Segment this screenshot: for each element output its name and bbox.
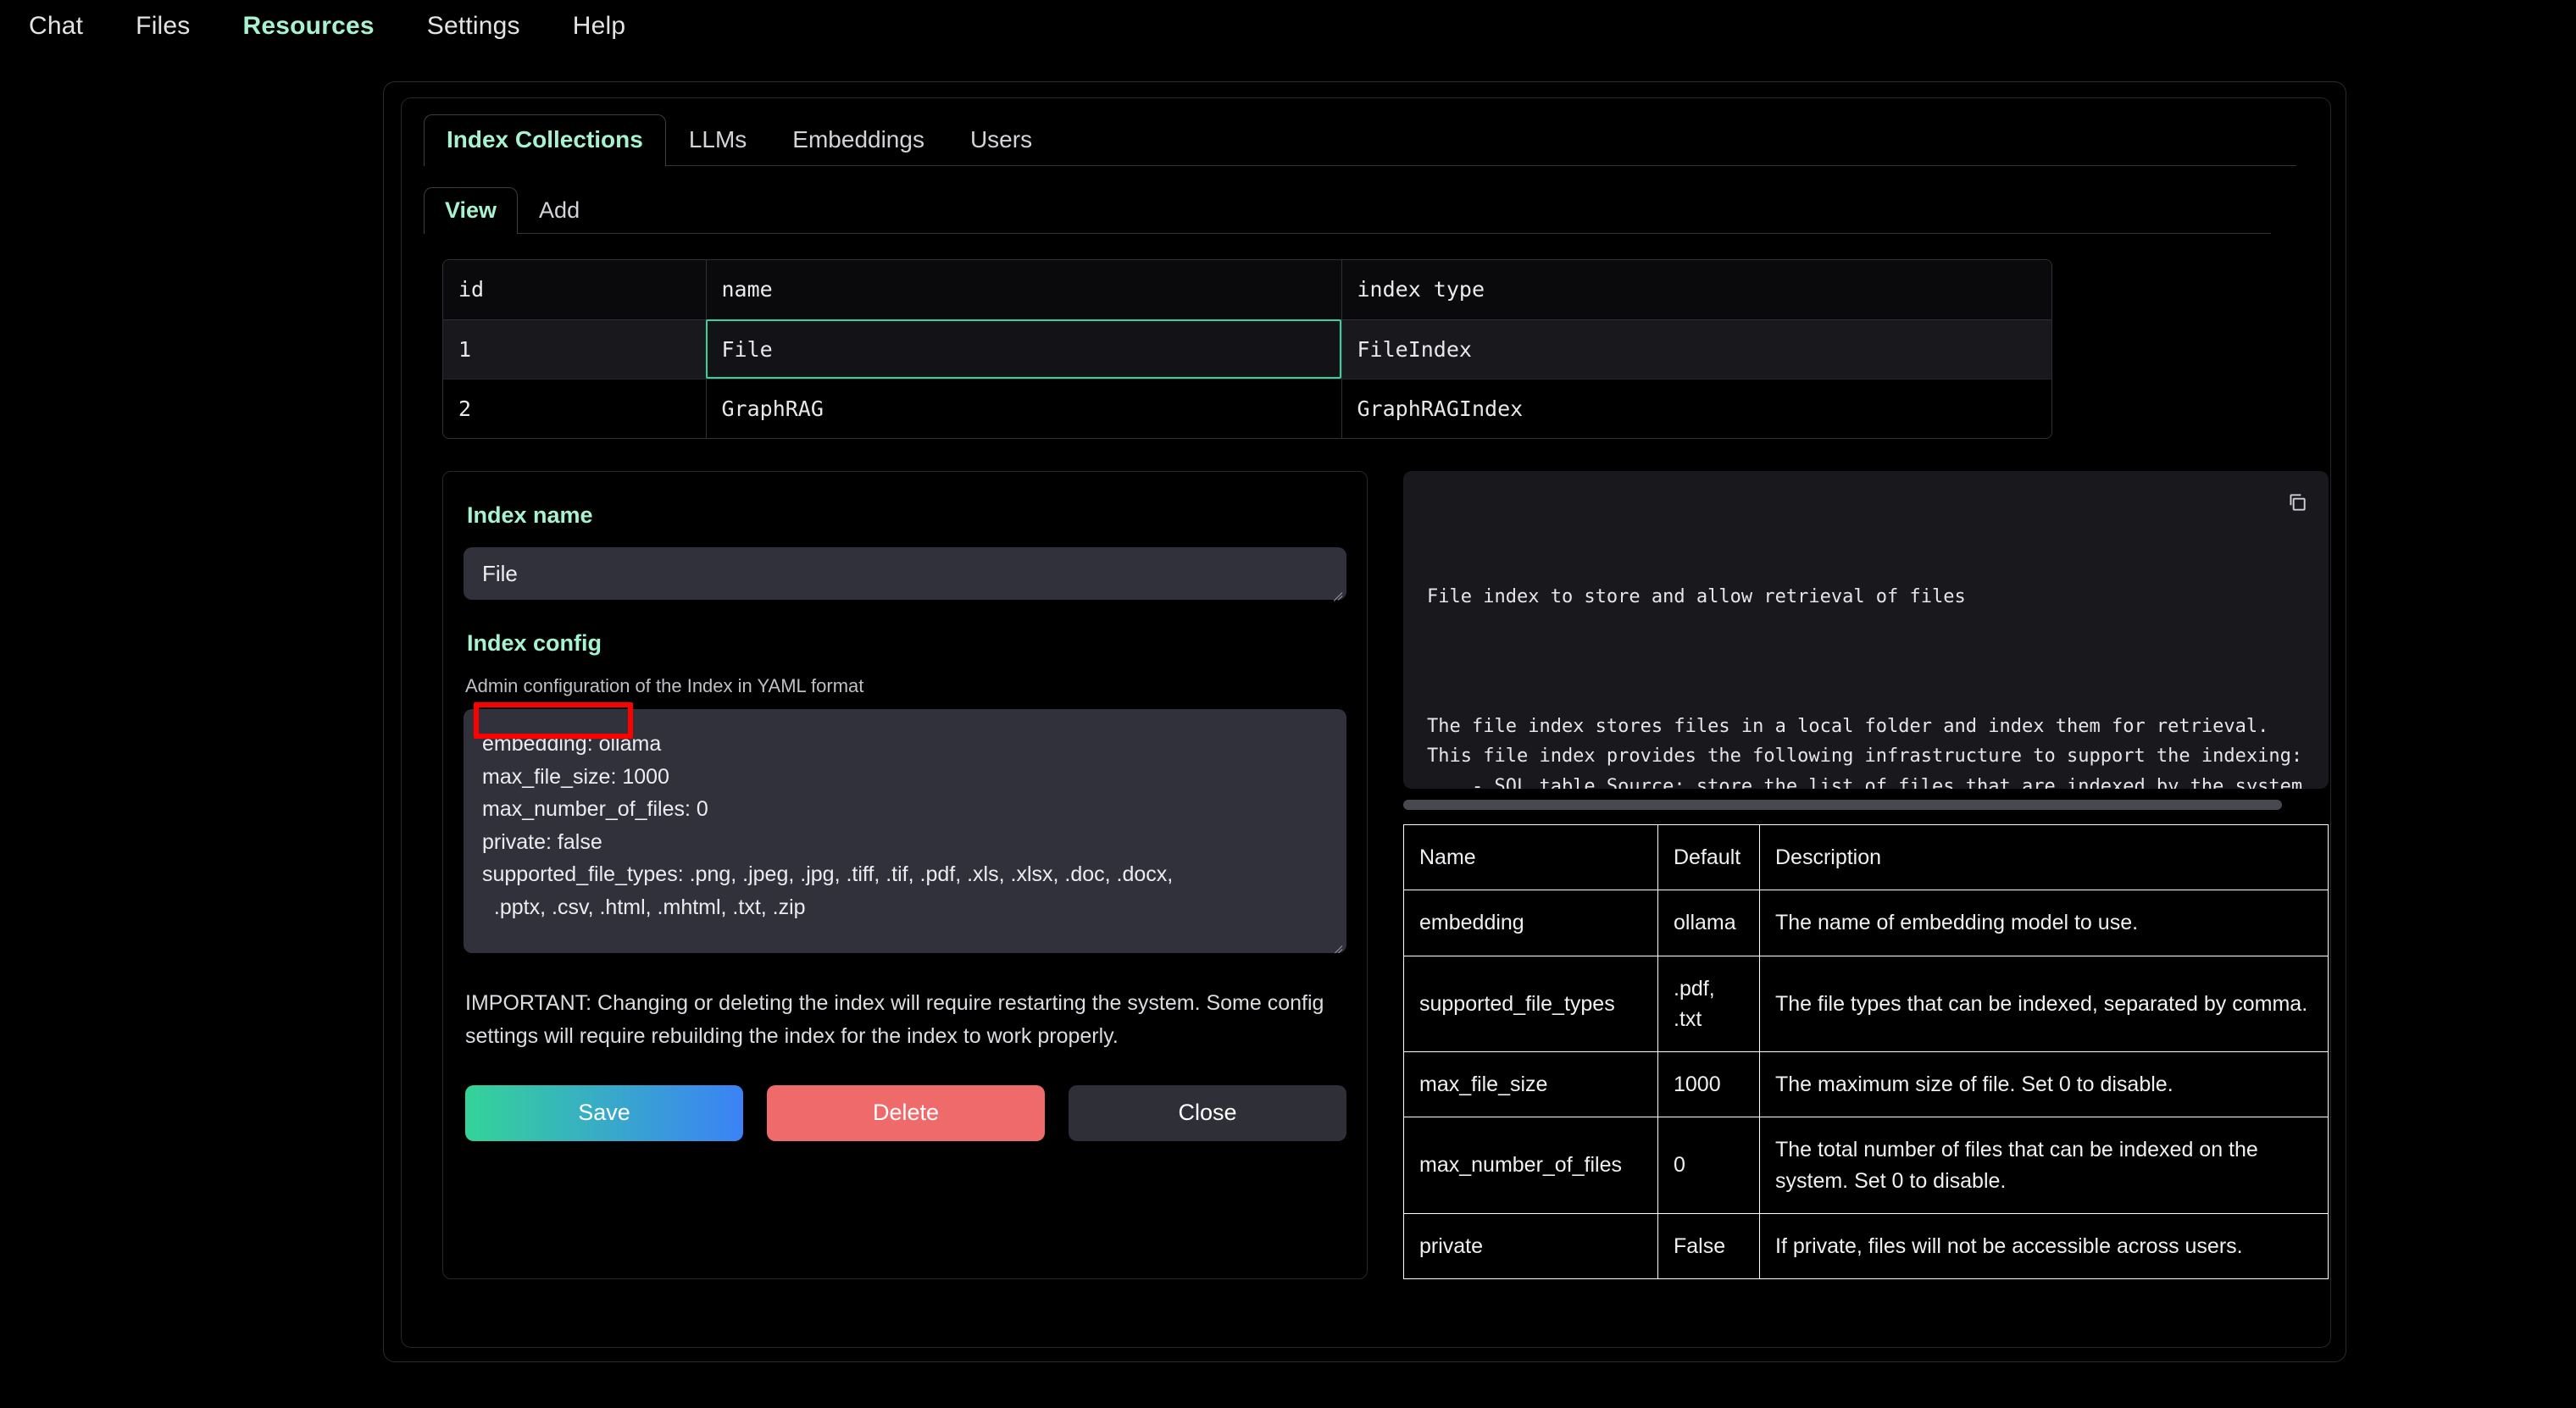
cell-index-type[interactable]: GraphRAGIndex	[1341, 379, 2051, 438]
index-config-wrapper: embedding: ollama max_file_size: 1000 ma…	[464, 709, 1346, 953]
params-row: max_file_size 1000 The maximum size of f…	[1404, 1052, 2329, 1117]
table-row[interactable]: 1 File FileIndex	[443, 319, 2051, 379]
tab-view[interactable]: View	[424, 187, 518, 234]
params-column-header-default: Default	[1658, 825, 1760, 890]
resources-panel-inner: Index Collections LLMs Embeddings Users …	[401, 97, 2331, 1348]
param-name: embedding	[1404, 890, 1658, 956]
params-column-header-name: Name	[1404, 825, 1658, 890]
table-row[interactable]: 2 GraphRAG GraphRAGIndex	[443, 379, 2051, 438]
description-body: The file index stores files in a local f…	[1427, 712, 2305, 789]
param-default: .pdf, .txt	[1658, 956, 1760, 1052]
column-header-name[interactable]: name	[706, 260, 1341, 319]
cell-id[interactable]: 2	[443, 379, 706, 438]
index-info-column: File index to store and allow retrieval …	[1403, 471, 2329, 1279]
important-note-text: IMPORTANT: Changing or deleting the inde…	[465, 987, 1343, 1053]
index-collections-table-wrapper: id name index type 1 File FileIndex 2 Gr…	[442, 259, 2052, 439]
nav-item-chat[interactable]: Chat	[29, 12, 83, 41]
resize-grip-icon[interactable]	[1329, 583, 1342, 596]
index-config-textarea[interactable]: embedding: ollama max_file_size: 1000 ma…	[464, 709, 1346, 953]
form-action-buttons: Save Delete Close	[465, 1085, 1346, 1141]
params-header-row: Name Default Description	[1404, 825, 2329, 890]
param-description: The file types that can be indexed, sepa…	[1760, 956, 2329, 1052]
cell-name[interactable]: File	[706, 319, 1341, 379]
secondary-tab-bar: View Add	[424, 185, 2271, 234]
copy-icon[interactable]	[2286, 491, 2308, 513]
tab-users[interactable]: Users	[947, 114, 1055, 166]
cell-index-type[interactable]: FileIndex	[1341, 319, 2051, 379]
tab-index-collections[interactable]: Index Collections	[424, 114, 666, 166]
index-parameters-table: Name Default Description embedding ollam…	[1403, 824, 2329, 1279]
cell-name[interactable]: GraphRAG	[706, 379, 1341, 438]
param-default: 1000	[1658, 1052, 1760, 1117]
tab-add[interactable]: Add	[518, 187, 601, 234]
index-name-label: Index name	[467, 502, 1346, 529]
index-edit-form: Index name File Index config Admin confi…	[442, 471, 1368, 1279]
index-config-label: Index config	[467, 630, 1346, 657]
index-collections-table: id name index type 1 File FileIndex 2 Gr…	[443, 260, 2051, 438]
tab-embeddings[interactable]: Embeddings	[769, 114, 947, 166]
description-title: File index to store and allow retrieval …	[1427, 582, 2305, 613]
params-row: private False If private, files will not…	[1404, 1213, 2329, 1278]
params-column-header-description: Description	[1760, 825, 2329, 890]
table-header-row: id name index type	[443, 260, 2051, 319]
index-config-sublabel: Admin configuration of the Index in YAML…	[465, 675, 1346, 697]
top-navigation: Chat Files Resources Settings Help	[0, 0, 2576, 53]
param-description: If private, files will not be accessible…	[1760, 1213, 2329, 1278]
close-button[interactable]: Close	[1069, 1085, 1346, 1141]
nav-item-help[interactable]: Help	[573, 12, 626, 41]
editor-body: Index name File Index config Admin confi…	[442, 471, 2330, 1279]
scrollbar-thumb[interactable]	[1403, 800, 2282, 810]
param-description: The total number of files that can be in…	[1760, 1117, 2329, 1214]
column-header-index-type[interactable]: index type	[1341, 260, 2051, 319]
save-button[interactable]: Save	[465, 1085, 743, 1141]
index-description-panel: File index to store and allow retrieval …	[1403, 471, 2329, 789]
param-name: max_file_size	[1404, 1052, 1658, 1117]
index-name-input[interactable]: File	[464, 547, 1346, 600]
param-default: ollama	[1658, 890, 1760, 956]
params-row: embedding ollama The name of embedding m…	[1404, 890, 2329, 956]
param-description: The maximum size of file. Set 0 to disab…	[1760, 1052, 2329, 1117]
param-default: False	[1658, 1213, 1760, 1278]
param-name: private	[1404, 1213, 1658, 1278]
param-name: max_number_of_files	[1404, 1117, 1658, 1214]
param-default: 0	[1658, 1117, 1760, 1214]
cell-id[interactable]: 1	[443, 319, 706, 379]
tab-llms[interactable]: LLMs	[666, 114, 769, 166]
resources-panel-outer: Index Collections LLMs Embeddings Users …	[383, 81, 2346, 1362]
nav-item-settings[interactable]: Settings	[427, 12, 520, 41]
column-header-id[interactable]: id	[443, 260, 706, 319]
delete-button[interactable]: Delete	[767, 1085, 1045, 1141]
resize-grip-icon[interactable]	[1329, 936, 1342, 950]
primary-tab-bar: Index Collections LLMs Embeddings Users	[424, 115, 2296, 166]
param-description: The name of embedding model to use.	[1760, 890, 2329, 956]
params-row: max_number_of_files 0 The total number o…	[1404, 1117, 2329, 1214]
nav-item-resources[interactable]: Resources	[243, 12, 375, 41]
description-horizontal-scrollbar[interactable]	[1403, 797, 2329, 812]
params-row: supported_file_types .pdf, .txt The file…	[1404, 956, 2329, 1052]
nav-item-files[interactable]: Files	[136, 12, 190, 41]
param-name: supported_file_types	[1404, 956, 1658, 1052]
